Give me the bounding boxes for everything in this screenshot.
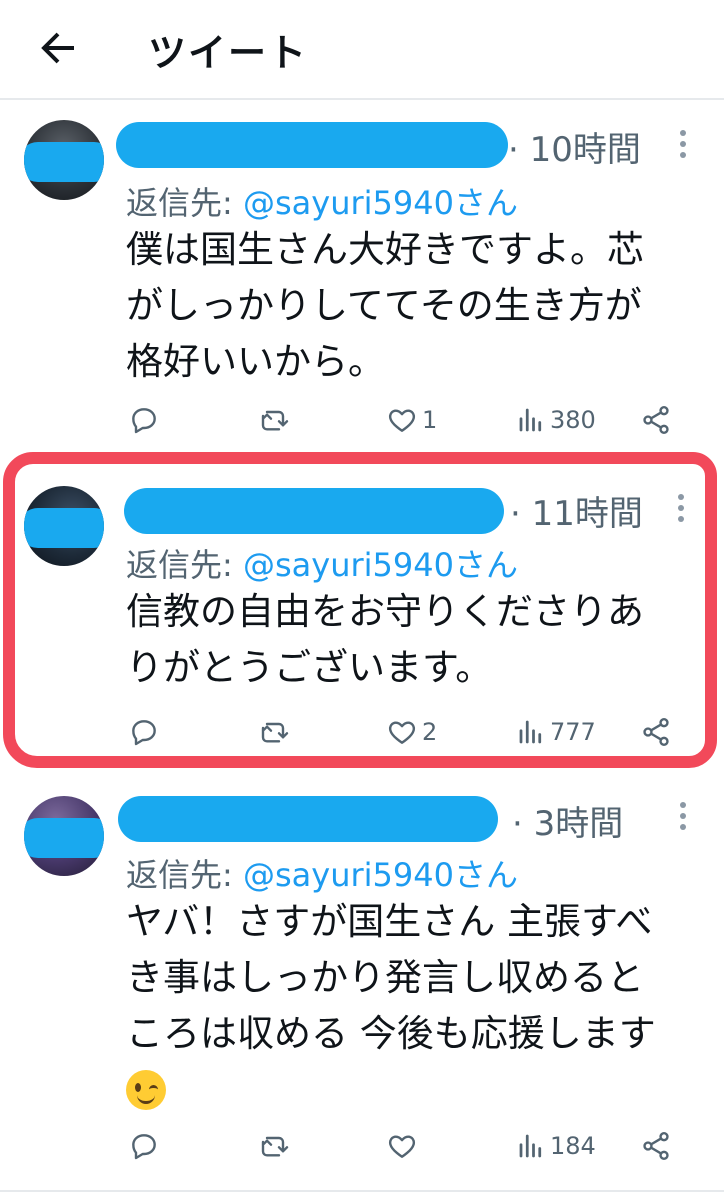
retweet-button[interactable]: [258, 1126, 292, 1166]
redacted-username: [116, 122, 508, 168]
tweet-actions: 1 380: [0, 400, 724, 440]
winking-face-icon: [126, 1070, 166, 1110]
more-options-icon[interactable]: [680, 802, 688, 835]
retweet-button[interactable]: [258, 400, 292, 440]
reply-button[interactable]: [128, 400, 160, 440]
share-button[interactable]: [640, 400, 672, 440]
tweet[interactable]: · 3時間 返信先: @sayuri5940さん ヤバ！さすが国生さん 主張すべ…: [0, 780, 724, 1190]
more-options-icon[interactable]: [680, 130, 688, 163]
redaction-mark: [24, 142, 104, 182]
reply-to: 返信先: @sayuri5940さん: [126, 850, 518, 896]
tweet-text-line: ころは収める 今後も応援します: [126, 1012, 656, 1055]
views-button[interactable]: 184: [516, 1126, 596, 1166]
bottom-divider: [0, 1190, 724, 1192]
tweet-time: · 3時間: [512, 804, 624, 844]
share-icon: [643, 1132, 669, 1160]
like-count: 1: [422, 406, 438, 434]
share-button[interactable]: [640, 1126, 672, 1166]
highlight-annotation: [3, 452, 717, 768]
tweet-time: · 10時間: [508, 130, 641, 170]
tweet-actions: 184: [0, 1126, 724, 1166]
reply-button[interactable]: [128, 1126, 160, 1166]
avatar[interactable]: [24, 120, 104, 200]
reply-icon: [132, 1134, 156, 1160]
heart-icon: [388, 409, 416, 432]
reply-prefix: 返信先:: [126, 856, 243, 894]
reply-handle-link[interactable]: @sayuri5940さん: [243, 856, 518, 894]
reply-prefix: 返信先:: [126, 184, 243, 222]
retweet-icon: [261, 410, 289, 431]
view-count: 380: [550, 406, 596, 434]
redaction-mark: [24, 818, 104, 858]
heart-icon: [388, 1135, 416, 1158]
back-arrow-icon[interactable]: [34, 24, 82, 72]
share-icon: [643, 406, 669, 434]
reply-to: 返信先: @sayuri5940さん: [126, 178, 518, 224]
reply-handle-link[interactable]: @sayuri5940さん: [243, 184, 518, 222]
avatar[interactable]: [24, 796, 104, 876]
like-button[interactable]: 1: [386, 400, 437, 440]
page-title: ツイート: [148, 31, 309, 75]
tweet-text: 僕は国生さん大好きですよ。芯 がしっかりしててその生き方が 格好いいから。: [126, 222, 696, 390]
view-count: 184: [550, 1132, 596, 1160]
tweet[interactable]: · 10時間 返信先: @sayuri5940さん 僕は国生さん大好きですよ。芯…: [0, 100, 724, 456]
top-bar: ツイート: [0, 0, 724, 100]
tweet-text: ヤバ！さすが国生さん 主張すべ き事はしっかり発言し収めると ころは収める 今後…: [126, 894, 696, 1118]
tweet-text-line: 格好いいから。: [126, 340, 385, 383]
reply-icon: [132, 408, 156, 434]
retweet-icon: [261, 1136, 289, 1157]
tweet-text-line: ヤバ！さすが国生さん 主張すべ: [126, 900, 653, 943]
tweet-text-line: き事はしっかり発言し収めると: [126, 956, 644, 999]
analytics-icon: [519, 408, 542, 432]
views-button[interactable]: 380: [516, 400, 596, 440]
tweet-text-line: 僕は国生さん大好きですよ。芯: [126, 228, 644, 271]
tweet-text-line: がしっかりしててその生き方が: [126, 284, 642, 327]
redacted-username: [118, 796, 498, 842]
tweet-emoji-line: [126, 1062, 696, 1118]
analytics-icon: [519, 1134, 542, 1158]
like-button[interactable]: [386, 1126, 422, 1166]
